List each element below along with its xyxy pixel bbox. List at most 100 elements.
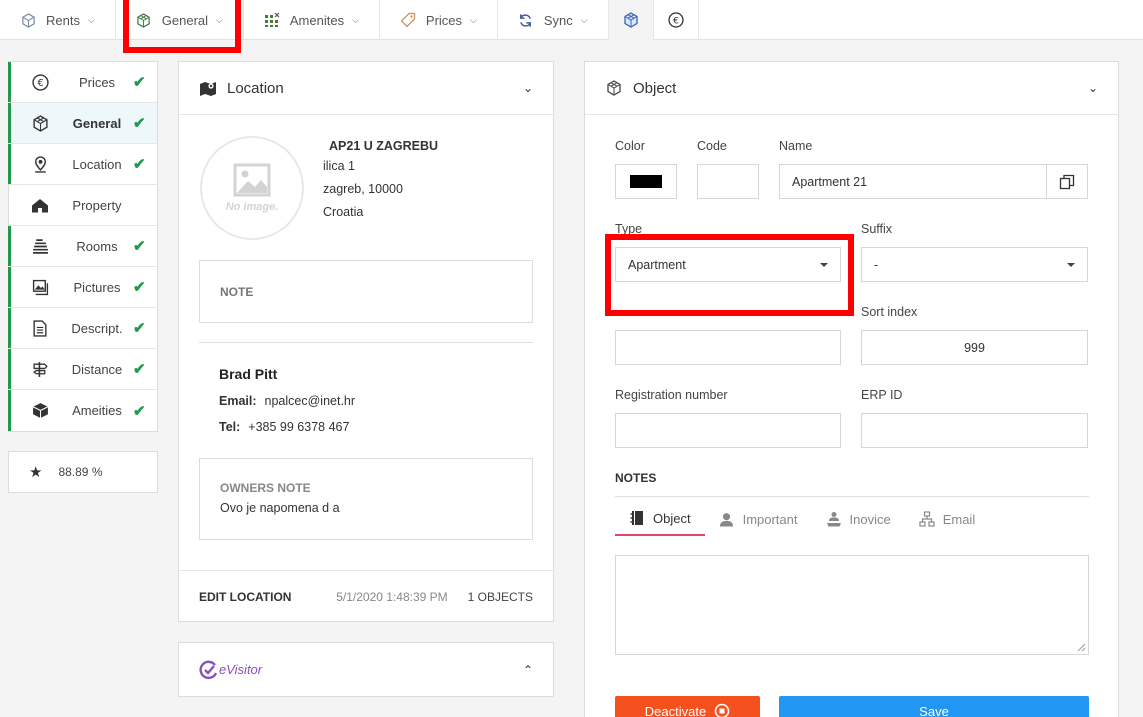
- evisitor-label: eVisitor: [219, 662, 263, 677]
- tab-prices[interactable]: Prices ⌵: [380, 0, 498, 40]
- copy-icon: [1059, 174, 1075, 189]
- color-picker[interactable]: [615, 164, 677, 199]
- owner-tel: +385 99 6378 467: [248, 420, 350, 434]
- sidebar-item-label: Location: [72, 156, 122, 172]
- tab-euro[interactable]: €: [654, 0, 699, 40]
- check-icon: ✔: [133, 115, 146, 132]
- cube-outline-icon: [20, 12, 36, 28]
- owners-note-box[interactable]: OWNERS NOTE Ovo je napomena d a: [199, 458, 533, 540]
- registration-number-input[interactable]: [615, 413, 841, 448]
- sort-index-input[interactable]: 999: [861, 330, 1088, 365]
- check-icon: ✔: [133, 361, 146, 378]
- tab-label: Sync: [543, 12, 573, 28]
- tab-rents[interactable]: Rents ⌵: [0, 0, 116, 40]
- edit-location-link[interactable]: EDIT LOCATION: [199, 590, 291, 604]
- sidebar-item-prices[interactable]: € Prices ✔: [8, 62, 157, 103]
- owner-email-row: Email: npalcec@inet.hr: [219, 394, 355, 408]
- divider: [199, 342, 533, 343]
- check-icon: ✔: [133, 320, 146, 337]
- owner-info: Brad Pitt Email: npalcec@inet.hr Tel: +385…: [219, 366, 355, 446]
- check-icon: ✔: [133, 238, 146, 255]
- map-pin-icon: [31, 155, 49, 173]
- deactivate-button[interactable]: Deactivate: [615, 696, 760, 717]
- note-box[interactable]: NOTE: [199, 260, 533, 323]
- notes-textarea[interactable]: [615, 555, 1089, 655]
- tab-label: Prices: [425, 12, 463, 28]
- pictures-icon: [31, 278, 49, 296]
- no-image-caption: No image.: [225, 201, 279, 213]
- tab-label: Rents: [46, 12, 80, 28]
- location-panel: Location ⌄ No image. AP21 U ZAGREBU ilic…: [178, 61, 554, 622]
- caret-down-icon: [1067, 262, 1075, 267]
- code-label: Code: [697, 139, 727, 153]
- bed-icon: [31, 237, 49, 255]
- sidebar-item-rooms[interactable]: Rooms ✔: [8, 226, 157, 267]
- erp-id-input[interactable]: [861, 413, 1088, 448]
- location-address: AP21 U ZAGREBU ilica 1 zagreb, 10000 Cro…: [323, 139, 438, 224]
- type-select[interactable]: Apartment: [615, 247, 841, 282]
- box-icon: [31, 402, 49, 420]
- sidebar-item-property[interactable]: Property: [9, 185, 157, 226]
- sidebar-item-distance[interactable]: Distance ✔: [8, 349, 157, 390]
- chevron-up-icon[interactable]: ⌃: [523, 663, 533, 677]
- cube-icon: [31, 114, 49, 132]
- cube-green-icon: [136, 12, 152, 28]
- chevron-down-icon[interactable]: ⌄: [1088, 81, 1098, 95]
- tab-label: Amenites: [289, 12, 345, 28]
- price-tag-icon: [400, 12, 416, 28]
- resize-handle-icon[interactable]: [1076, 642, 1086, 652]
- sidebar-item-label: Property: [72, 197, 122, 213]
- euro-icon: €: [667, 12, 684, 28]
- location-street: ilica 1: [323, 159, 355, 173]
- owner-email[interactable]: npalcec@inet.hr: [265, 394, 356, 408]
- chevron-down-icon: ⌵: [580, 14, 588, 25]
- check-icon: ✔: [133, 156, 146, 173]
- sidebar-item-general[interactable]: General ✔: [8, 103, 157, 144]
- star-icon: ★: [29, 464, 43, 481]
- svg-text:€: €: [37, 78, 43, 89]
- divider: [615, 496, 1089, 497]
- notes-tab-email[interactable]: Email: [905, 502, 990, 536]
- notes-tab-invoice[interactable]: Inovice: [812, 502, 905, 536]
- name-label: Name: [779, 139, 813, 153]
- name-input[interactable]: Apartment 21: [779, 164, 1047, 199]
- grid-icon: [264, 12, 280, 28]
- evisitor-panel[interactable]: eVisitor ⌃: [178, 642, 554, 697]
- save-button[interactable]: Save: [779, 696, 1089, 717]
- sync-icon: [518, 12, 534, 28]
- code-input[interactable]: [697, 164, 759, 199]
- evisitor-logo: eVisitor: [199, 660, 262, 680]
- sidebar: € Prices ✔ General ✔ Location ✔ Property…: [8, 61, 158, 432]
- object-panel: Object ⌄ Color Code Name Apartment 21 Ty…: [584, 61, 1119, 717]
- top-navigation: Rents ⌵ General ⌵ Amenites ⌵ Prices ⌵ Sy…: [0, 0, 1143, 40]
- euro-icon: €: [31, 73, 49, 91]
- chevron-down-icon[interactable]: ⌄: [523, 81, 533, 95]
- tab-label: Important: [742, 511, 798, 527]
- chevron-down-icon: ⌵: [216, 14, 223, 25]
- tab-general[interactable]: General ⌵: [116, 0, 244, 40]
- signpost-icon: [31, 360, 49, 378]
- owners-note-text: Ovo je napomena d a: [220, 501, 340, 515]
- object-panel-header[interactable]: Object ⌄: [585, 62, 1118, 115]
- sidebar-item-label: Distance: [71, 361, 123, 377]
- sidebar-item-label: Descript.: [71, 320, 123, 336]
- color-swatch: [630, 175, 662, 188]
- tab-sync[interactable]: Sync ⌵: [498, 0, 609, 40]
- tab-label: Email: [942, 511, 976, 527]
- sidebar-item-pictures[interactable]: Pictures ✔: [8, 267, 157, 308]
- sidebar-item-amenities[interactable]: Ameities ✔: [8, 390, 157, 431]
- notes-tab-important[interactable]: Important: [705, 502, 812, 536]
- type-extra-input[interactable]: [615, 330, 841, 365]
- notes-tab-object[interactable]: Object: [615, 502, 705, 536]
- objects-count[interactable]: 1 OBJECTS: [468, 590, 533, 604]
- location-timestamp: 5/1/2020 1:48:39 PM: [336, 589, 448, 604]
- sidebar-item-location[interactable]: Location ✔: [8, 144, 157, 185]
- tab-cube[interactable]: [608, 0, 654, 40]
- location-panel-header[interactable]: Location ⌄: [179, 62, 553, 115]
- suffix-select[interactable]: -: [861, 247, 1088, 282]
- tab-amenites[interactable]: Amenites ⌵: [244, 0, 380, 40]
- copy-button[interactable]: [1046, 164, 1088, 199]
- check-icon: ✔: [133, 402, 146, 420]
- location-name: AP21 U ZAGREBU: [329, 139, 439, 153]
- sidebar-item-description[interactable]: Descript. ✔: [8, 308, 157, 349]
